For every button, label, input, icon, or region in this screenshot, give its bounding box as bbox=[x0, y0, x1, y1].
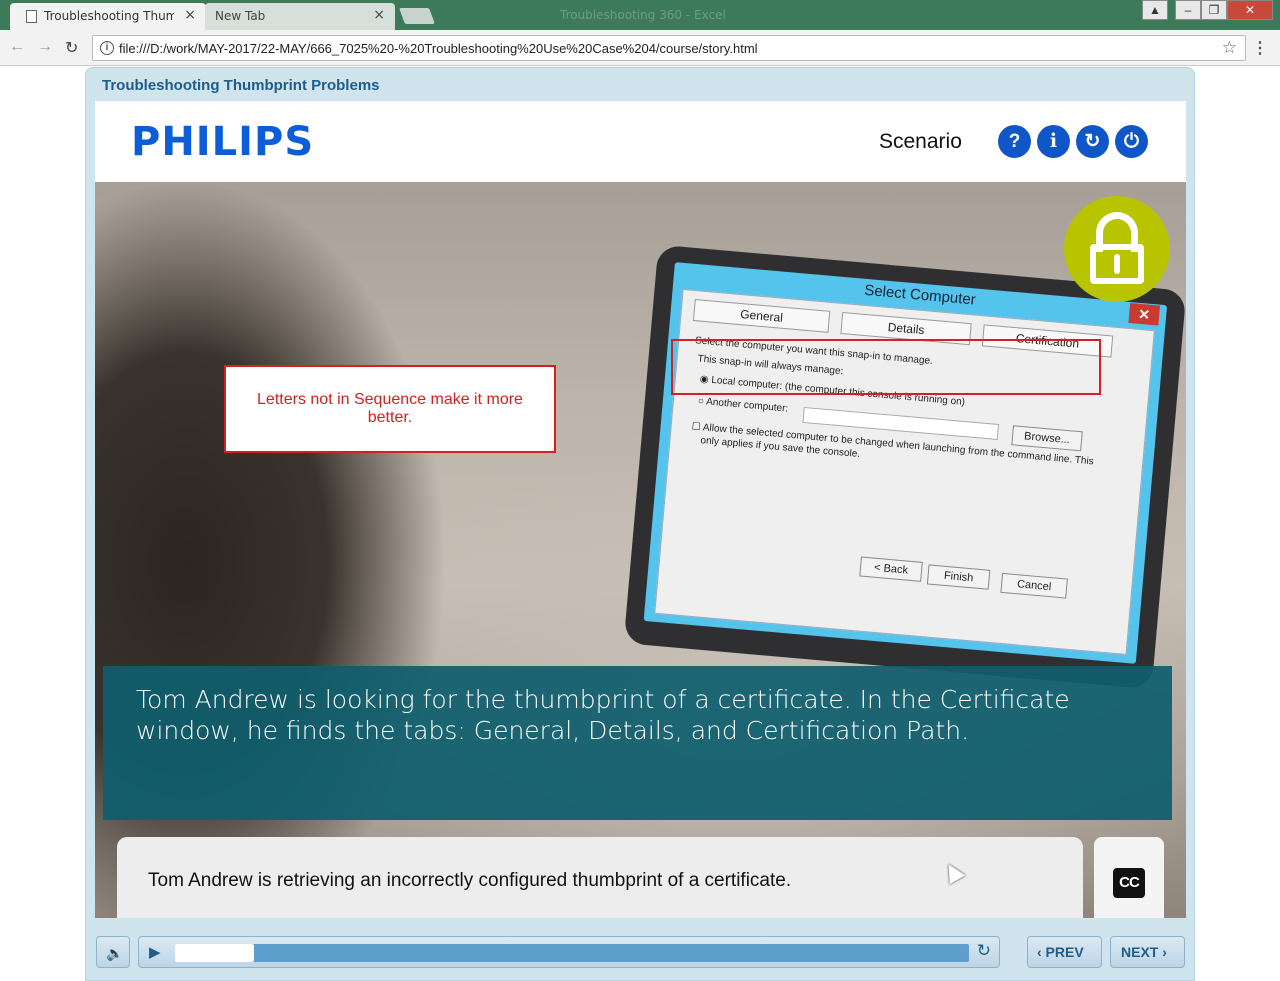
address-bar[interactable]: i file:///D:/work/MAY-2017/22-MAY/666_70… bbox=[92, 35, 1246, 61]
replay-icon[interactable]: ↻ bbox=[977, 941, 991, 961]
restart-button[interactable]: ↻ bbox=[1076, 125, 1109, 158]
tabs-highlight-box bbox=[671, 339, 1101, 395]
browser-toolbar: ← → ↻ i file:///D:/work/MAY-2017/22-MAY/… bbox=[0, 30, 1280, 66]
scenario-photo: Select Computer ✕ General Details Certif… bbox=[95, 182, 1186, 918]
dialog-text-line: ○ Another computer: bbox=[697, 395, 789, 415]
progress-fill bbox=[175, 944, 255, 962]
lock-icon bbox=[1064, 196, 1170, 302]
browser-menu-icon[interactable]: ⋮ bbox=[1252, 38, 1268, 58]
minimize-button[interactable]: – bbox=[1175, 0, 1201, 20]
browser-titlebar: Troubleshooting Thumbprint × New Tab × T… bbox=[0, 0, 1280, 30]
volume-button[interactable]: 🔈 bbox=[96, 936, 130, 968]
back-icon[interactable]: ← bbox=[9, 38, 25, 56]
slide-header: PHILIPS Scenario ? i ↻ ⏻ bbox=[95, 101, 1186, 182]
help-button[interactable]: ? bbox=[998, 125, 1031, 158]
reload-icon[interactable]: ↻ bbox=[65, 38, 78, 58]
caption-text: Tom Andrew is retrieving an incorrectly … bbox=[148, 870, 792, 891]
exit-button[interactable]: ⏻ bbox=[1115, 125, 1148, 158]
close-icon[interactable]: × bbox=[184, 7, 196, 23]
speaker-icon: 🔈 bbox=[106, 945, 124, 961]
tab-label: New Tab bbox=[215, 9, 266, 23]
narration-text: Tom Andrew is looking for the thumbprint… bbox=[136, 685, 1070, 745]
course-title: Troubleshooting Thumbprint Problems bbox=[102, 77, 380, 94]
next-button[interactable]: NEXT › bbox=[1110, 936, 1185, 968]
dialog-cancel-button: Cancel bbox=[1000, 572, 1068, 599]
play-icon[interactable]: ▶ bbox=[149, 943, 161, 961]
profile-icon[interactable]: ▲ bbox=[1142, 0, 1168, 20]
dialog-finish-button: Finish bbox=[926, 564, 991, 590]
dialog-tab-general: General bbox=[692, 299, 831, 333]
prev-label: ‹ PREV bbox=[1037, 944, 1084, 960]
slide-area: PHILIPS Scenario ? i ↻ ⏻ Select Computer… bbox=[95, 101, 1186, 918]
url-text[interactable]: file:///D:/work/MAY-2017/22-MAY/666_7025… bbox=[119, 41, 758, 56]
section-label: Scenario bbox=[879, 130, 962, 153]
tab-new-tab[interactable]: New Tab × bbox=[205, 3, 395, 30]
review-callout: Letters not in Sequence make it more bet… bbox=[224, 365, 556, 453]
cc-icon: CC bbox=[1113, 868, 1145, 898]
lock-keyhole bbox=[1114, 254, 1120, 274]
window-close-button[interactable]: ✕ bbox=[1227, 0, 1273, 20]
course-player: Troubleshooting Thumbprint Problems PHIL… bbox=[85, 67, 1195, 981]
seekbar-container: ▶ ↻ bbox=[138, 936, 1000, 968]
narration-panel: Tom Andrew is looking for the thumbprint… bbox=[103, 666, 1172, 820]
info-icon[interactable]: i bbox=[100, 41, 114, 55]
progress-track[interactable] bbox=[175, 944, 969, 962]
close-icon[interactable]: × bbox=[373, 7, 385, 23]
maximize-button[interactable]: ❐ bbox=[1201, 0, 1227, 20]
bookmark-star-icon[interactable]: ☆ bbox=[1222, 38, 1237, 58]
tab-label: Troubleshooting Thumbprint bbox=[44, 9, 174, 23]
info-button[interactable]: i bbox=[1037, 125, 1070, 158]
forward-icon[interactable]: → bbox=[37, 38, 53, 56]
page-icon bbox=[26, 10, 37, 23]
close-icon: ✕ bbox=[1128, 302, 1161, 326]
dialog-back-button: < Back bbox=[859, 556, 923, 582]
prev-button[interactable]: ‹ PREV bbox=[1027, 936, 1102, 968]
new-tab-button[interactable] bbox=[399, 8, 435, 24]
next-label: NEXT › bbox=[1121, 944, 1167, 960]
laptop-screen: Select Computer ✕ General Details Certif… bbox=[643, 262, 1168, 664]
tab-troubleshooting[interactable]: Troubleshooting Thumbprint × bbox=[10, 3, 206, 30]
browse-button: Browse... bbox=[1011, 425, 1083, 452]
window-title: Troubleshooting 360 - Excel bbox=[560, 8, 726, 22]
caption-bar: Tom Andrew is retrieving an incorrectly … bbox=[117, 837, 1083, 918]
philips-logo: PHILIPS bbox=[131, 119, 315, 165]
laptop-image: Select Computer ✕ General Details Certif… bbox=[623, 244, 1186, 690]
closed-captions-button[interactable]: CC bbox=[1094, 837, 1164, 918]
